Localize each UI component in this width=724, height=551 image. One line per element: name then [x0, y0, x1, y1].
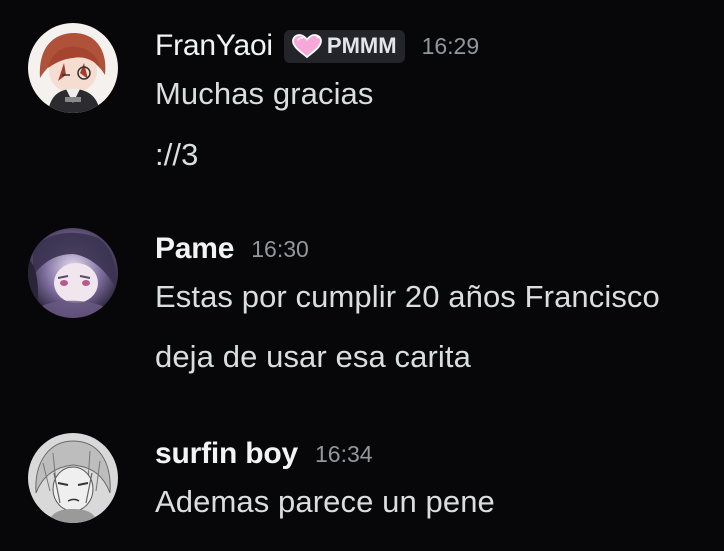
server-tag-label: PMMM: [326, 33, 397, 58]
message-text: deja de usar esa carita: [155, 339, 471, 374]
avatar[interactable]: [28, 23, 118, 113]
timestamp[interactable]: 16:34: [315, 441, 373, 468]
message-text: Ademas parece un pene: [155, 484, 495, 519]
message-header: Pame 16:30: [155, 229, 309, 269]
avatar[interactable]: [28, 433, 118, 523]
timestamp[interactable]: 16:29: [422, 33, 480, 60]
avatar[interactable]: [28, 228, 118, 318]
timestamp[interactable]: 16:30: [251, 236, 309, 263]
message-header: surfin boy 16:34: [155, 434, 373, 474]
username[interactable]: surfin boy: [155, 437, 298, 471]
pink-heart-icon: [292, 34, 322, 59]
username[interactable]: Pame: [155, 232, 234, 266]
username[interactable]: FranYaoi: [155, 29, 273, 63]
server-tag[interactable]: PMMM: [283, 29, 405, 63]
message-text: ://3: [155, 137, 199, 172]
message-header: FranYaoi PMMM 16:29: [155, 26, 479, 66]
message-text: Estas por cumplir 20 años Francisco: [155, 279, 660, 314]
message-text: Muchas gracias: [155, 76, 374, 111]
